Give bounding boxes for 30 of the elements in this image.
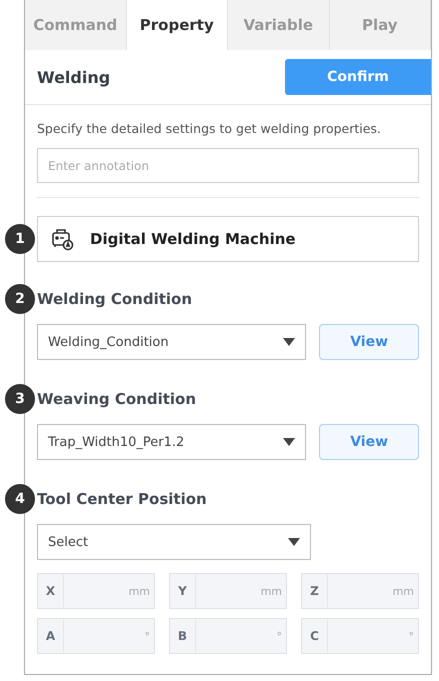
condition-dropdown[interactable]: Welding_Condition	[37, 324, 306, 360]
machine-card[interactable]: Digital Welding Machine	[37, 216, 419, 262]
view-button[interactable]: View	[319, 424, 419, 460]
position-dropdown[interactable]: Select	[37, 524, 311, 560]
machine-name: Digital Welding Machine	[90, 230, 296, 248]
coordinate-field[interactable]: X mm	[37, 573, 155, 609]
tab[interactable]: Property	[126, 0, 228, 50]
number-marker: 2	[5, 284, 35, 314]
annotation-field[interactable]: Enter annotation	[37, 148, 419, 183]
coordinate-field[interactable]: Y mm	[169, 573, 287, 609]
coordinate-field[interactable]: Z mm	[301, 573, 419, 609]
field-label: Tool Center Position	[37, 489, 208, 510]
coordinate-field[interactable]: A °	[37, 618, 155, 654]
welding-machine-icon	[50, 227, 74, 251]
confirm-button[interactable]: Confirm	[285, 59, 431, 95]
condition-dropdown[interactable]: Trap_Width10_Per1.2	[37, 424, 306, 460]
description-text: Specify the detailed settings to get welding properties.	[37, 121, 382, 136]
caret-icon	[288, 538, 300, 546]
field-label: Weaving Condition	[37, 389, 198, 410]
number-marker: 1	[5, 224, 35, 254]
number-marker: 4	[5, 484, 35, 514]
tab[interactable]: Play	[330, 0, 431, 50]
view-button[interactable]: View	[319, 324, 419, 360]
coordinate-field[interactable]: C °	[301, 618, 419, 654]
caret-icon	[283, 438, 296, 446]
number-marker: 3	[5, 384, 35, 414]
caret-icon	[283, 338, 296, 346]
field-label: Welding Condition	[37, 289, 194, 310]
section-title: Welding	[37, 68, 110, 86]
coordinate-field[interactable]: B °	[169, 618, 287, 654]
